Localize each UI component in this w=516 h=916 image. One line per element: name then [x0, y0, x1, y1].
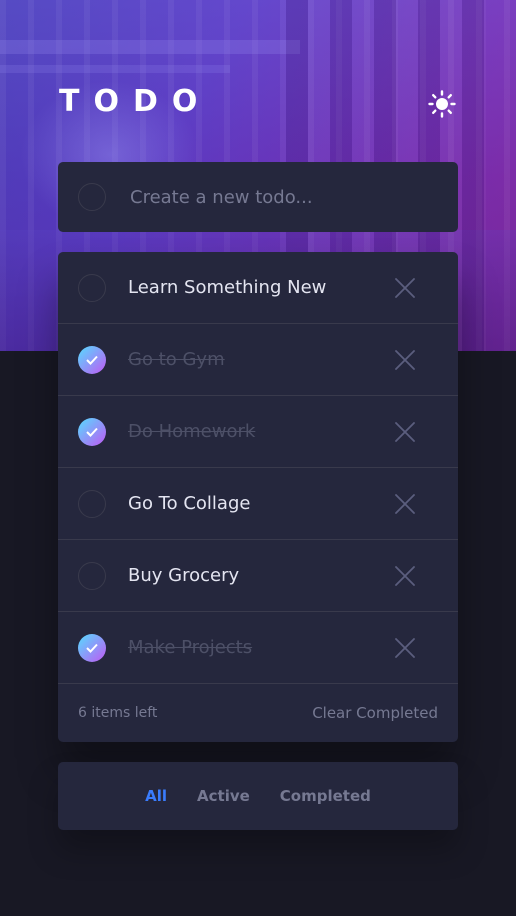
todo-item: Do Homework — [58, 396, 458, 468]
clear-completed-button[interactable]: Clear Completed — [312, 704, 438, 722]
todo-item: Buy Grocery — [58, 540, 458, 612]
new-todo-input[interactable] — [128, 185, 432, 209]
close-icon — [395, 493, 415, 514]
filter-bar: All Active Completed — [58, 762, 458, 830]
filter-active[interactable]: Active — [197, 787, 250, 805]
delete-todo-button[interactable] — [392, 635, 418, 661]
todo-item: Go to Gym — [58, 324, 458, 396]
close-icon — [395, 277, 415, 298]
todo-checkbox[interactable] — [78, 561, 106, 590]
close-icon — [395, 349, 415, 370]
sun-icon — [428, 90, 456, 118]
close-icon — [395, 565, 415, 586]
close-icon — [395, 637, 415, 658]
theme-toggle-button[interactable] — [425, 87, 459, 121]
todo-list: Learn Something New Go to Gym Do Homewor… — [58, 252, 458, 742]
delete-todo-button[interactable] — [392, 491, 418, 517]
todo-text[interactable]: Do Homework — [128, 421, 392, 442]
todo-checkbox[interactable] — [78, 489, 106, 518]
delete-todo-button[interactable] — [392, 563, 418, 589]
filter-completed[interactable]: Completed — [280, 787, 371, 805]
list-footer: 6 items left Clear Completed — [58, 684, 458, 742]
new-todo-check-circle[interactable] — [78, 183, 106, 211]
delete-todo-button[interactable] — [392, 275, 418, 301]
todo-checkbox-checked[interactable] — [78, 417, 106, 446]
check-icon — [86, 643, 98, 653]
filter-all[interactable]: All — [145, 787, 167, 805]
todo-text[interactable]: Go To Collage — [128, 493, 392, 514]
close-icon — [395, 421, 415, 442]
delete-todo-button[interactable] — [392, 419, 418, 445]
delete-todo-button[interactable] — [392, 347, 418, 373]
check-icon — [86, 355, 98, 365]
todo-checkbox[interactable] — [78, 273, 106, 302]
todo-item: Go To Collage — [58, 468, 458, 540]
todo-checkbox-checked[interactable] — [78, 633, 106, 662]
todo-checkbox-checked[interactable] — [78, 345, 106, 374]
todo-text[interactable]: Learn Something New — [128, 277, 392, 298]
new-todo-bar — [58, 162, 458, 232]
items-left-count: 6 items left — [78, 705, 158, 721]
app-title: TODO — [59, 84, 212, 119]
todo-item: Learn Something New — [58, 252, 458, 324]
todo-text[interactable]: Make Projects — [128, 637, 392, 658]
todo-item: Make Projects — [58, 612, 458, 684]
todo-text[interactable]: Go to Gym — [128, 349, 392, 370]
check-icon — [86, 427, 98, 437]
todo-text[interactable]: Buy Grocery — [128, 565, 392, 586]
